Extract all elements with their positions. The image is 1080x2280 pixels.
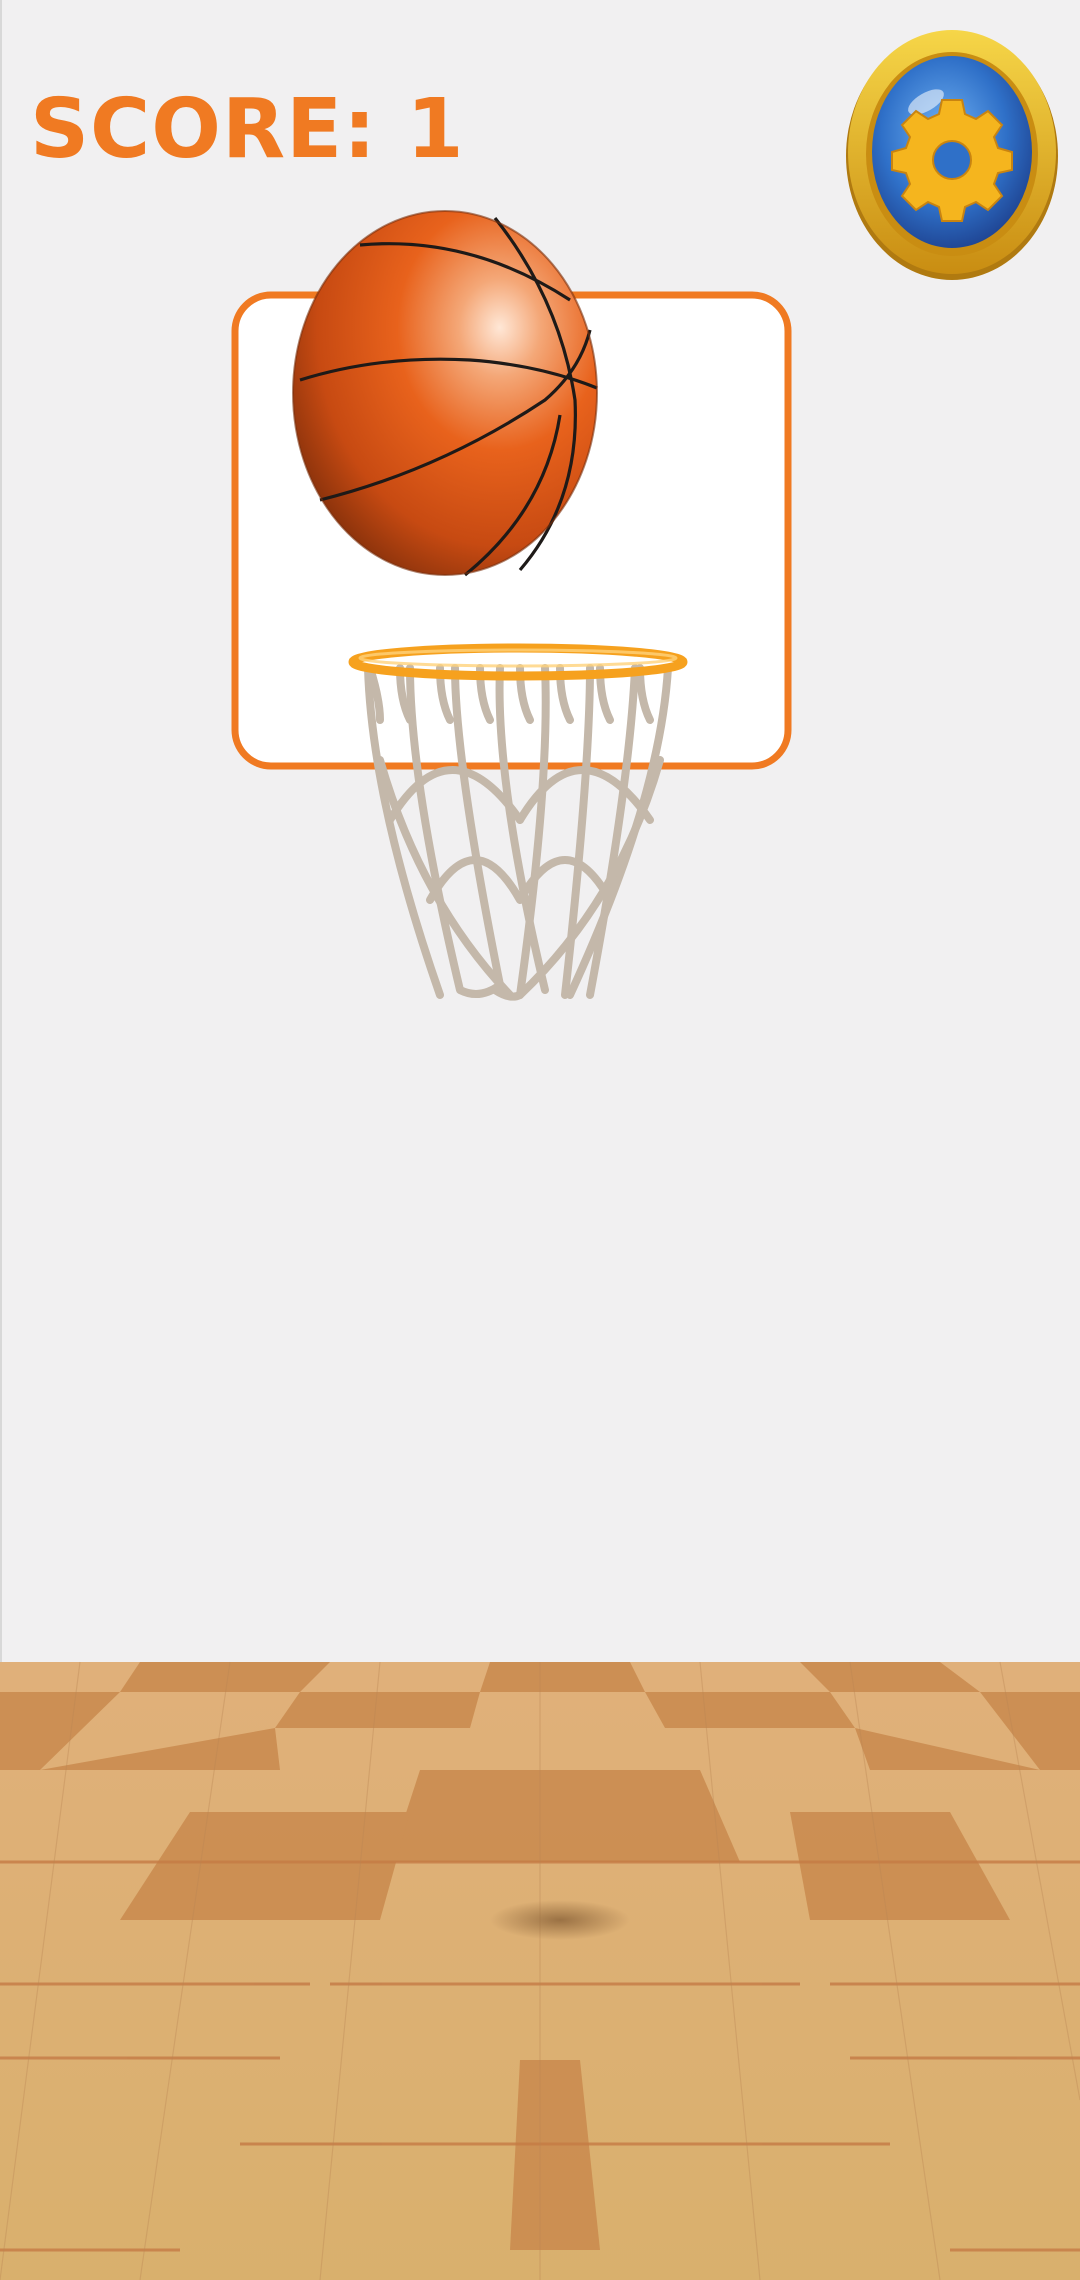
basketball[interactable] <box>292 210 598 577</box>
court-floor <box>0 1661 1080 2280</box>
game-scene[interactable] <box>0 0 1080 2280</box>
score-label: SCORE: 1 <box>30 82 465 177</box>
gear-icon <box>891 99 1013 222</box>
settings-button[interactable] <box>846 30 1058 280</box>
ball-shadow <box>490 1900 630 1940</box>
